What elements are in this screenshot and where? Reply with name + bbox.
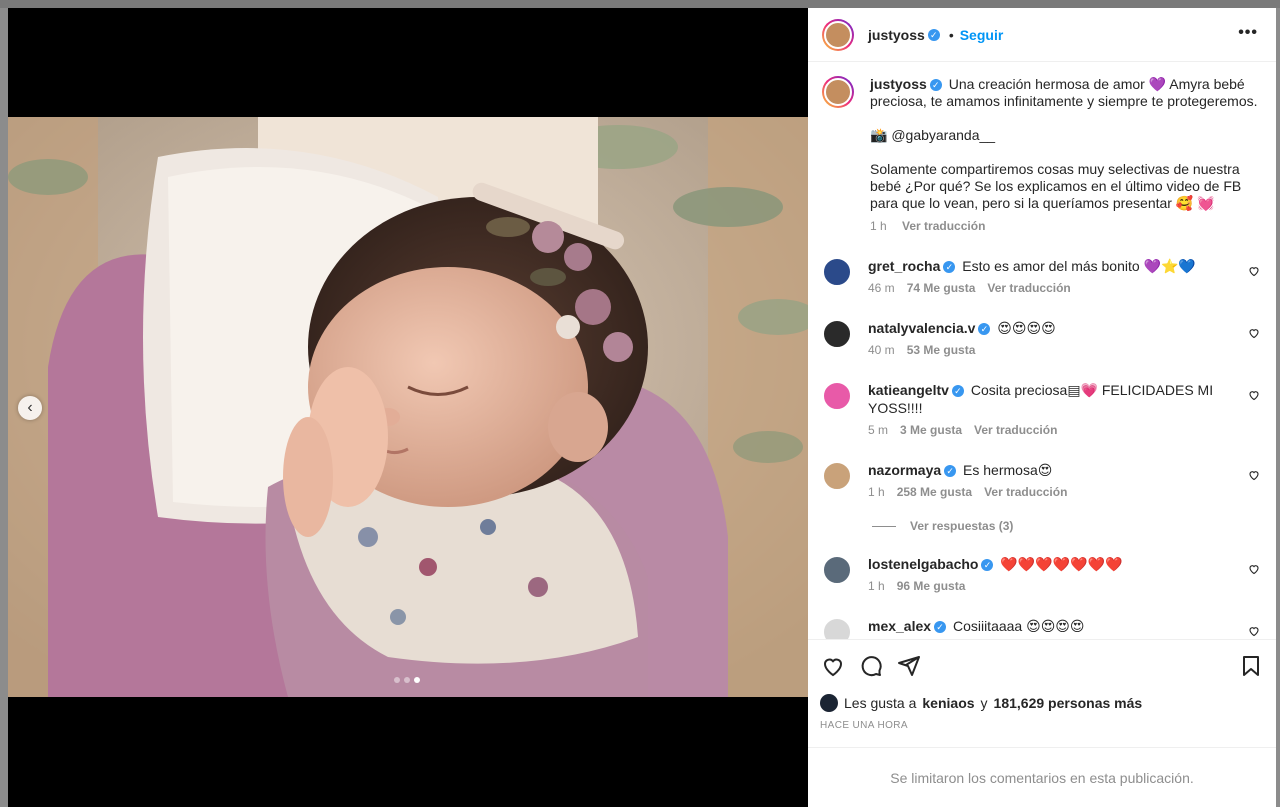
post-timestamp[interactable]: HACE UNA HORA: [820, 720, 1264, 747]
view-replies-button[interactable]: Ver respuestas (3): [872, 519, 1262, 533]
commenter-username[interactable]: mex_alex: [868, 618, 931, 634]
comment-likes[interactable]: 53 Me gusta: [907, 343, 976, 357]
comment-item: natalyvalencia.v ✓ 😍😍😍😍 40 m 53 Me gusta: [822, 319, 1262, 359]
verified-icon: ✓: [978, 323, 991, 336]
comment-time[interactable]: 1 h: [868, 579, 885, 593]
heart-icon[interactable]: [1248, 625, 1260, 637]
caption-text-3: Solamente compartiremos cosas muy select…: [870, 161, 1242, 211]
likes-user[interactable]: keniaos: [922, 695, 974, 711]
likes-joiner: y: [980, 695, 988, 711]
caption-avatar[interactable]: [822, 76, 854, 108]
follow-button[interactable]: Seguir: [960, 27, 1004, 43]
verified-icon: ✓: [981, 559, 994, 572]
commenter-avatar[interactable]: [822, 319, 852, 349]
post-header: justyoss ✓ • Seguir •••: [808, 8, 1276, 62]
comment-icon: [861, 656, 882, 677]
carousel-dots: [394, 677, 420, 683]
heart-icon[interactable]: [1248, 469, 1260, 481]
post-side-panel: justyoss ✓ • Seguir ••• justyoss ✓ Una cr…: [808, 8, 1276, 807]
replies-line: [872, 525, 896, 527]
carousel-dot: [404, 677, 410, 683]
commenter-avatar[interactable]: [822, 461, 852, 491]
caption-time[interactable]: 1 h: [870, 219, 887, 233]
comment-likes[interactable]: 3 Me gusta: [900, 423, 962, 437]
commenter-username[interactable]: katieangeltv: [868, 382, 949, 398]
comment-time[interactable]: 1 h: [868, 485, 885, 499]
comment-time[interactable]: 5 m: [868, 423, 888, 437]
backdrop[interactable]: [0, 0, 1280, 8]
save-button[interactable]: [1238, 653, 1264, 679]
comments-list[interactable]: justyoss ✓ Una creación hermosa de amor 💜…: [808, 62, 1276, 639]
comments-limited-notice: Se limitaron los comentarios en esta pub…: [808, 747, 1276, 807]
commenter-avatar[interactable]: [822, 381, 852, 411]
bookmark-icon: [1243, 656, 1259, 676]
more-options-icon[interactable]: •••: [1238, 24, 1258, 42]
heart-icon: [823, 658, 843, 677]
comment-button[interactable]: [858, 653, 884, 679]
verified-icon: ✓: [951, 385, 964, 398]
like-button[interactable]: [820, 653, 846, 679]
verified-icon: ✓: [944, 465, 957, 478]
heart-icon[interactable]: [1248, 327, 1260, 339]
verified-icon: ✓: [929, 79, 942, 92]
commenter-username[interactable]: gret_rocha: [868, 258, 940, 274]
share-button[interactable]: [896, 653, 922, 679]
post-caption: justyoss ✓ Una creación hermosa de amor 💜…: [822, 76, 1262, 235]
media-area: ‹: [8, 8, 808, 807]
separator-dot: •: [948, 26, 954, 43]
comment-translate-link[interactable]: Ver traducción: [987, 281, 1070, 295]
post-photo[interactable]: [8, 117, 808, 697]
comment-text: 😍😍😍😍: [997, 320, 1056, 336]
commenter-username[interactable]: natalyvalencia.v: [868, 320, 975, 336]
comment-text: Esto es amor del más bonito 💜⭐💙: [962, 258, 1196, 274]
heart-icon[interactable]: [1248, 265, 1260, 277]
caption-translate-link[interactable]: Ver traducción: [902, 219, 985, 233]
heart-icon[interactable]: [1248, 563, 1260, 575]
likes-count[interactable]: 181,629 personas más: [994, 695, 1143, 711]
comment-item: nazormaya ✓ Es hermosa😍 1 h 258 Me gusta Ver…: [822, 461, 1262, 501]
caption-text-1: Una creación hermosa de amor 💜 Amyra beb…: [870, 76, 1258, 109]
comment-likes[interactable]: 258 Me gusta: [897, 485, 972, 499]
liker-avatar[interactable]: [820, 694, 838, 712]
baby-photo-illustration: [8, 117, 808, 697]
verified-icon: ✓: [934, 621, 947, 634]
caption-text-2[interactable]: 📸 @gabyaranda__: [870, 127, 1262, 144]
comment-translate-link[interactable]: Ver traducción: [974, 423, 1057, 437]
carousel-prev-button[interactable]: ‹: [18, 396, 42, 420]
comment-item: katieangeltv ✓ Cosita preciosa▤💗 FELICIDA…: [822, 381, 1262, 439]
comment-time[interactable]: 40 m: [868, 343, 895, 357]
comment-time[interactable]: 46 m: [868, 281, 895, 295]
comment-item: gret_rocha ✓ Esto es amor del más bonito …: [822, 257, 1262, 297]
comment-text: ❤️❤️❤️❤️❤️❤️❤️: [1000, 556, 1123, 572]
replies-label: Ver respuestas (3): [910, 519, 1014, 533]
commenter-username[interactable]: nazormaya: [868, 462, 941, 478]
chevron-left-icon: ‹: [27, 399, 33, 416]
author-avatar[interactable]: [822, 18, 854, 51]
carousel-dot: [394, 677, 400, 683]
commenter-avatar[interactable]: [822, 617, 852, 639]
comment-item: lostenelgabacho ✓ ❤️❤️❤️❤️❤️❤️❤️ 1 h 96 Me …: [822, 555, 1262, 595]
heart-icon[interactable]: [1248, 389, 1260, 401]
commenter-avatar[interactable]: [822, 555, 852, 585]
comment-text: Cosiiitaaaa 😍😍😍😍: [952, 618, 1085, 634]
likes-prefix: Les gusta a: [844, 695, 917, 711]
post-actions: Les gusta a keniaos y 181,629 personas m…: [808, 639, 1276, 747]
comment-translate-link[interactable]: Ver traducción: [984, 485, 1067, 499]
comment-item: mex_alex ✓ Cosiiitaaaa 😍😍😍😍: [822, 617, 1262, 639]
comment-text: Es hermosa😍: [963, 462, 1053, 478]
send-icon: [898, 656, 920, 676]
commenter-avatar[interactable]: [822, 257, 852, 287]
post-modal: ‹ justyoss ✓ • Seguir ••• justyoss ✓ Una …: [8, 8, 1276, 807]
verified-icon: ✓: [943, 261, 956, 274]
author-username[interactable]: justyoss: [868, 27, 925, 43]
verified-icon: ✓: [927, 28, 940, 41]
carousel-dot-active: [414, 677, 420, 683]
likes-summary: Les gusta a keniaos y 181,629 personas m…: [820, 694, 1264, 712]
caption-username[interactable]: justyoss: [870, 76, 927, 92]
commenter-username[interactable]: lostenelgabacho: [868, 556, 978, 572]
comment-likes[interactable]: 96 Me gusta: [897, 579, 966, 593]
comment-likes[interactable]: 74 Me gusta: [907, 281, 976, 295]
